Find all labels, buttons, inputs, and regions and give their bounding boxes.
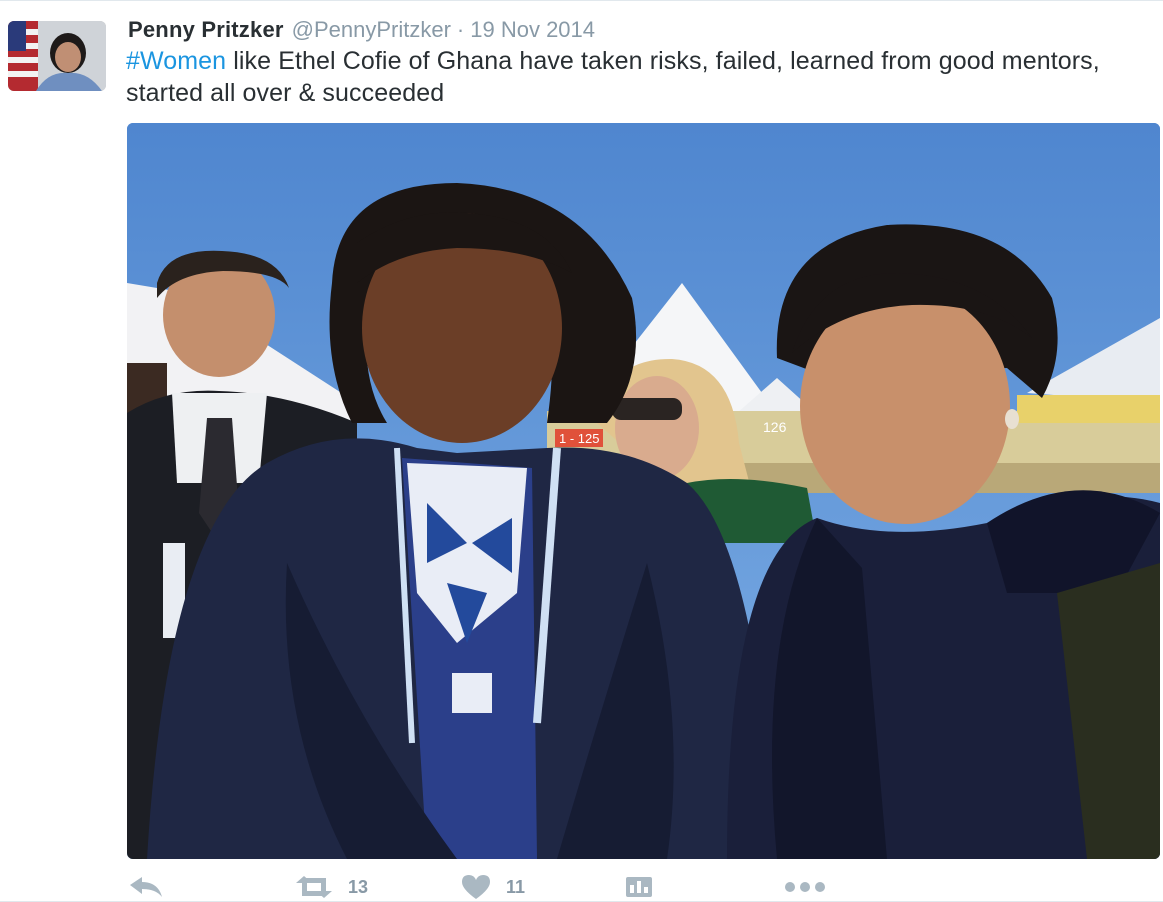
reply-button[interactable] <box>128 871 164 902</box>
tweet: Penny Pritzker @PennyPritzker · 19 Nov 2… <box>0 0 1163 902</box>
avatar-photo <box>8 21 106 91</box>
tweet-body: like Ethel Cofie of Ghana have taken ris… <box>126 47 1100 107</box>
retweet-icon <box>294 875 334 899</box>
like-count: 11 <box>506 876 526 897</box>
tweet-actions: 13 11 <box>128 871 1128 902</box>
heart-icon <box>460 874 492 900</box>
photo-sign-mid: 126 <box>763 419 787 435</box>
tweet-photo[interactable]: 1 - 125 126 <box>127 123 1160 859</box>
tweet-text: #Women like Ethel Cofie of Ghana have ta… <box>126 45 1146 109</box>
more-icon <box>784 881 826 893</box>
hashtag-link[interactable]: #Women <box>126 47 226 75</box>
analytics-icon <box>625 876 653 898</box>
retweet-button[interactable]: 13 <box>294 871 368 902</box>
photo-sign-left: 1 - 125 <box>559 431 599 446</box>
analytics-button[interactable] <box>625 871 653 902</box>
retweet-count: 13 <box>348 876 369 897</box>
more-button[interactable] <box>784 871 826 902</box>
author-name[interactable]: Penny Pritzker <box>128 13 284 47</box>
reply-icon <box>128 875 164 899</box>
tweet-timestamp[interactable]: 19 Nov 2014 <box>470 13 595 47</box>
avatar[interactable] <box>8 21 106 91</box>
author-handle[interactable]: @PennyPritzker <box>292 13 451 47</box>
separator-dot: · <box>456 17 465 42</box>
like-button[interactable]: 11 <box>460 871 525 902</box>
photo-image: 1 - 125 126 <box>127 123 1160 859</box>
tweet-header: Penny Pritzker @PennyPritzker · 19 Nov 2… <box>128 13 595 47</box>
